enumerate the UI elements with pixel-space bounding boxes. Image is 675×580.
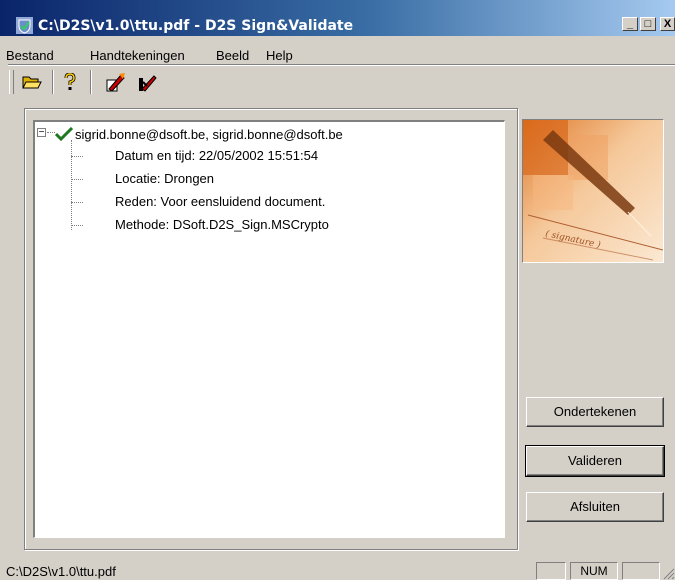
sign-button-toolbar[interactable] [104,70,128,94]
valid-check-icon [55,127,73,141]
tree-item-locatie[interactable]: Locatie: Drongen [71,171,214,186]
tree-item-methode[interactable]: Methode: DSoft.D2S_Sign.MSCrypto [71,217,329,232]
tree-item-datum[interactable]: Datum en tijd: 22/05/2002 15:51:54 [71,148,318,163]
menu-bestand[interactable]: Bestand [6,48,54,63]
app-shield-icon [16,17,33,34]
status-pane-caps [536,562,566,580]
help-icon [64,73,76,90]
menu-beeld[interactable]: Beeld [216,48,249,63]
tree-item-label: Locatie: Drongen [115,171,215,186]
toolbar-separator [8,64,675,66]
open-button[interactable] [20,70,44,94]
toolbar-grip[interactable] [9,70,14,94]
tree-item-label: Reden: Voor eensluidend document. [115,194,326,209]
validate-button-toolbar[interactable] [136,70,160,94]
close-window-button[interactable]: X [660,17,675,31]
status-path: C:\D2S\v1.0\ttu.pdf [6,564,116,579]
status-bar: C:\D2S\v1.0\ttu.pdf NUM [0,556,675,580]
window-title: C:\D2S\v1.0\ttu.pdf - D2S Sign&Validate [38,18,354,34]
open-folder-icon [22,76,42,89]
help-button[interactable] [58,70,82,94]
toolbar-divider [90,70,92,94]
validate-button[interactable]: Valideren [525,445,665,477]
menu-bar: Bestand Handtekeningen Beeld Help [0,40,675,63]
tree-root-signer[interactable]: sigrid.bonne@dsoft.be, sigrid.bonne@dsof… [75,127,343,142]
validate-pen-icon [139,75,157,92]
tree-item-reden[interactable]: Reden: Voor eensluidend document. [71,194,325,209]
resize-grip-icon[interactable] [661,566,675,580]
sign-pen-icon [106,73,125,92]
tree-collapse-toggle[interactable]: − [37,128,46,138]
signature-illustration: ( signature ) [522,119,664,263]
close-button[interactable]: Afsluiten [526,492,664,522]
signature-tree[interactable]: − sigrid.bonne@dsoft.be, sigrid.bonne@ds… [33,120,505,538]
tree-connector [47,132,55,133]
menu-handtekeningen[interactable]: Handtekeningen [90,48,185,63]
status-pane-num: NUM [570,562,618,580]
maximize-button[interactable]: □ [640,17,656,31]
tree-item-label: Methode: DSoft.D2S_Sign.MSCrypto [115,217,329,232]
menu-help[interactable]: Help [266,48,293,63]
sign-button[interactable]: Ondertekenen [526,397,664,427]
fountain-pen-image: ( signature ) [523,120,663,262]
toolbar-divider [52,70,54,94]
title-bar: C:\D2S\v1.0\ttu.pdf - D2S Sign&Validate … [0,0,675,36]
tree-item-label: Datum en tijd: 22/05/2002 15:51:54 [115,148,319,163]
status-pane-scroll [622,562,660,580]
minimize-button[interactable]: _ [622,17,638,31]
